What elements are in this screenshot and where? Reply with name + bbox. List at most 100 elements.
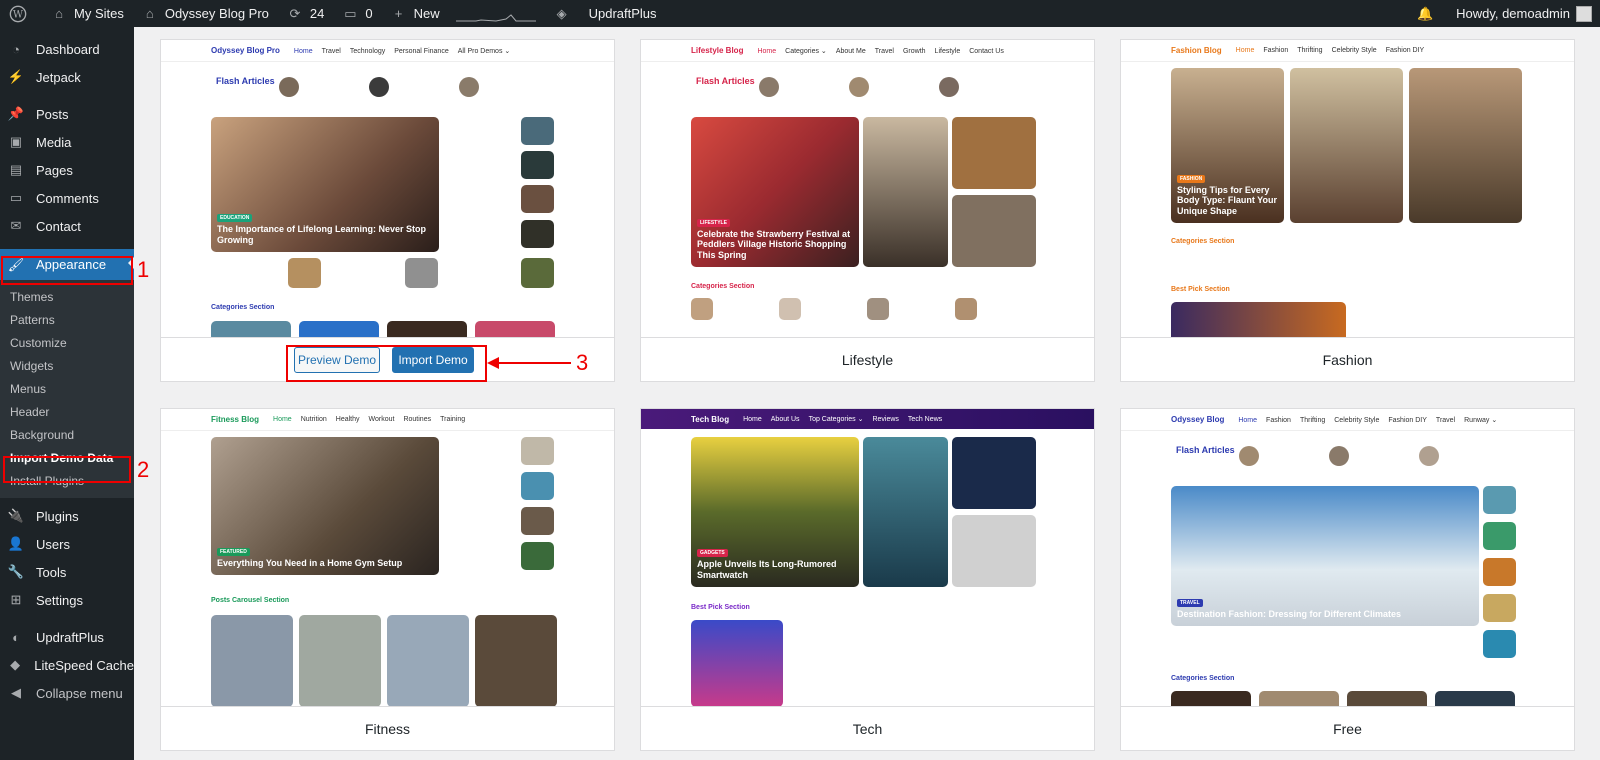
mini-nav-item: Lifestyle: [934, 47, 961, 55]
admin-bar: W ⌂ My Sites ⌂ Odyssey Blog Pro ⟳ 24 ▭ 0 + Ne…: [0, 0, 1600, 27]
mini-nav-item: Personal Finance: [394, 47, 449, 55]
submenu-header[interactable]: Header: [0, 400, 134, 423]
mini-thumb: [521, 220, 554, 248]
preview-demo-button[interactable]: Preview Demo: [294, 347, 380, 373]
mini-logo: Odyssey Blog: [1171, 415, 1225, 424]
hero-image: FASHION Styling Tips for Every Body Type:…: [1171, 68, 1284, 223]
paintbrush-icon: 🖌: [7, 256, 25, 272]
mini-thumb: [1409, 68, 1522, 223]
menu-label: Dashboard: [36, 41, 100, 57]
menu-jetpack[interactable]: ⚡ Jetpack: [0, 63, 134, 91]
menu-label: Collapse menu: [36, 685, 123, 701]
wp-logo-menu[interactable]: W: [0, 0, 41, 27]
mini-header: Lifestyle Blog Home Categories ⌄ About Me T…: [641, 40, 1094, 62]
menu-plugins[interactable]: 🔌 Plugins: [0, 502, 134, 530]
card-footer: Tech: [641, 707, 1094, 751]
demo-thumbnail[interactable]: Tech Blog Home About Us Top Categories ⌄ Re…: [641, 409, 1094, 707]
mini-nav-item: Nutrition: [300, 416, 327, 423]
menu-comments[interactable]: ▭ Comments: [0, 184, 134, 212]
mini-thumb: [759, 77, 779, 97]
site-name-menu[interactable]: ⌂ Odyssey Blog Pro: [132, 0, 277, 27]
mini-nav-item: Top Categories ⌄: [808, 416, 864, 423]
menu-tools[interactable]: 🔧 Tools: [0, 558, 134, 586]
menu-litespeed[interactable]: ◆ LiteSpeed Cache: [0, 651, 134, 679]
mini-nav-item: Travel: [1435, 416, 1456, 424]
menu-posts[interactable]: 📌 Posts: [0, 100, 134, 128]
menu-label: LiteSpeed Cache: [34, 657, 134, 673]
menu-updraftplus[interactable]: ◐ UpdraftPlus: [0, 623, 134, 651]
submenu-menus[interactable]: Menus: [0, 377, 134, 400]
appearance-submenu: Themes Patterns Customize Widgets Menus …: [0, 280, 134, 498]
updraftplus-menu[interactable]: ◈ UpdraftPlus: [544, 0, 665, 27]
demo-thumbnail[interactable]: Odyssey Blog Pro Home Travel Technology Per…: [161, 40, 614, 338]
mini-nav-item: Healthy: [335, 416, 360, 423]
comments-link[interactable]: ▭ 0: [332, 0, 380, 27]
admin-sidebar: ◔ Dashboard ⚡ Jetpack 📌 Posts ▣ Media ▤ Pages…: [0, 27, 134, 760]
demo-name: Lifestyle: [841, 352, 894, 368]
menu-contact[interactable]: ✉ Contact: [0, 212, 134, 240]
mini-nav-item: All Pro Demos ⌄: [457, 47, 511, 55]
mini-thumb: [1483, 486, 1516, 514]
menu-appearance[interactable]: 🖌 Appearance: [0, 249, 134, 280]
section-heading: Categories Section: [1171, 675, 1235, 682]
mini-thumb: [211, 321, 291, 337]
mini-thumb: [1259, 691, 1339, 706]
stats-sparkline[interactable]: [448, 0, 544, 27]
card-footer: Free: [1121, 707, 1574, 751]
pages-icon: ▤: [9, 162, 23, 177]
demo-thumbnail[interactable]: Odyssey Blog Home Fashion Thrifting Celebri…: [1121, 409, 1574, 707]
submenu-widgets[interactable]: Widgets: [0, 354, 134, 377]
wrench-icon: 🔧: [7, 564, 25, 579]
users-icon: 👤: [7, 536, 25, 551]
mini-thumb: [867, 298, 889, 320]
mini-thumb: [279, 77, 299, 97]
plus-icon: +: [394, 6, 403, 21]
settings-icon: ⊞: [10, 592, 22, 607]
import-demo-button[interactable]: Import Demo: [392, 347, 474, 373]
dashboard-icon: ◔: [12, 41, 20, 57]
submenu-themes[interactable]: Themes: [0, 285, 134, 308]
menu-users[interactable]: 👤 Users: [0, 530, 134, 558]
site-name-label: Odyssey Blog Pro: [164, 6, 269, 21]
demo-thumbnail[interactable]: Lifestyle Blog Home Categories ⌄ About Me T…: [641, 40, 1094, 338]
mini-nav-item: Fashion DIY: [1388, 416, 1427, 424]
account-menu[interactable]: Howdy, demoadmin: [1448, 0, 1600, 27]
mini-thumb: [521, 437, 554, 465]
new-content-menu[interactable]: + New: [381, 0, 448, 27]
section-heading: Best Pick Section: [1171, 286, 1230, 293]
updraft-diamond-icon: ◈: [556, 5, 567, 21]
mini-header: Fitness Blog Home Nutrition Healthy Workout…: [161, 409, 614, 431]
comments-count: 0: [365, 6, 373, 21]
submenu-install-plugins[interactable]: Install Plugins: [0, 469, 134, 492]
demo-thumbnail[interactable]: Fashion Blog Home Fashion Thrifting Celebri…: [1121, 40, 1574, 338]
hero-image: FEATURED Everything You Need in a Home Gy…: [211, 437, 439, 575]
svg-text:W: W: [13, 9, 24, 20]
mail-icon: ✉: [10, 218, 22, 233]
notifications-bell[interactable]: 🔔: [1407, 0, 1448, 27]
updates-link[interactable]: ⟳ 24: [277, 0, 332, 27]
hero-image: TRAVEL Destination Fashion: Dressing for …: [1171, 486, 1479, 626]
submenu-background[interactable]: Background: [0, 423, 134, 446]
mini-nav-item: Fashion: [1266, 416, 1291, 424]
my-sites-menu[interactable]: ⌂ My Sites: [41, 0, 132, 27]
menu-collapse[interactable]: ◀ Collapse menu: [0, 679, 134, 707]
demo-name: Fitness: [364, 721, 411, 737]
mini-nav-item: Home: [1238, 416, 1258, 424]
submenu-patterns[interactable]: Patterns: [0, 308, 134, 331]
submenu-import-demo-data[interactable]: Import Demo Data: [0, 446, 134, 469]
demo-card-odyssey-pro: Odyssey Blog Pro Home Travel Technology Per…: [160, 39, 615, 382]
demo-thumbnail[interactable]: Fitness Blog Home Nutrition Healthy Workout…: [161, 409, 614, 707]
mini-thumb: [1483, 630, 1516, 658]
menu-label: UpdraftPlus: [36, 629, 104, 645]
menu-media[interactable]: ▣ Media: [0, 128, 134, 156]
flash-articles-heading: Flash Articles: [1176, 445, 1235, 455]
hero-image: LIFESTYLE Celebrate the Strawberry Festiv…: [691, 117, 859, 267]
mini-thumb: [211, 615, 293, 706]
menu-dashboard[interactable]: ◔ Dashboard: [0, 35, 134, 63]
menu-pages[interactable]: ▤ Pages: [0, 156, 134, 184]
mini-nav: Home Fashion Thrifting Celebrity Style Fashi…: [1238, 416, 1506, 424]
menu-settings[interactable]: ⊞ Settings: [0, 586, 134, 614]
mini-nav-item: Thrifting: [1297, 47, 1323, 54]
submenu-customize[interactable]: Customize: [0, 331, 134, 354]
updates-count: 24: [309, 6, 325, 21]
